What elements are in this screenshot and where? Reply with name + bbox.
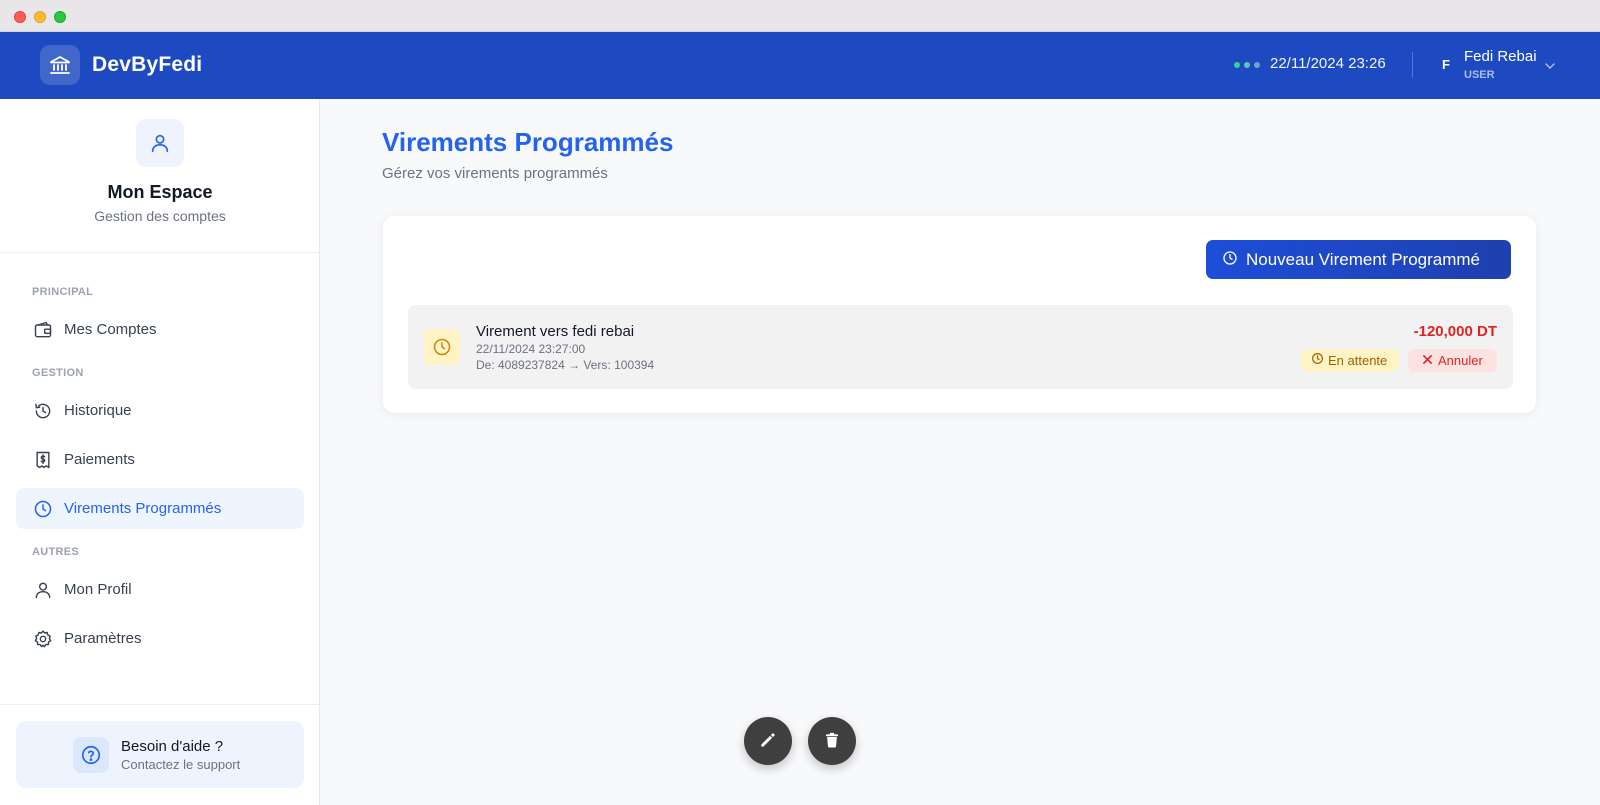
close-icon [1422, 353, 1433, 368]
section-principal: PRINCIPAL [32, 286, 94, 298]
avatar[interactable]: F [1442, 57, 1450, 72]
status-dots [1234, 62, 1260, 68]
sidebar-item-virements-programmes[interactable]: Virements Programmés [16, 488, 304, 529]
sidebar-item-label: Paiements [64, 451, 135, 468]
list-item[interactable]: Virement vers fedi rebai 22/11/2024 23:2… [408, 305, 1513, 389]
status-badge: En attente [1301, 349, 1399, 372]
sidebar-item-label: Historique [64, 402, 132, 419]
user-role: USER [1464, 69, 1495, 81]
sidebar-item-historique[interactable]: Historique [16, 390, 304, 431]
help-card[interactable]: Besoin d'aide ? Contactez le support [16, 721, 304, 788]
window-titlebar [0, 0, 1600, 32]
sidebar-item-parametres[interactable]: Paramètres [16, 618, 304, 659]
scheduled-transfers-card: Nouveau Virement Programmé Virement vers… [383, 216, 1536, 413]
new-scheduled-transfer-button[interactable]: Nouveau Virement Programmé [1206, 240, 1511, 279]
help-subtitle[interactable]: Contactez le support [121, 757, 240, 772]
transfer-date: 22/11/2024 23:27:00 [476, 342, 586, 356]
sidebar-item-label: Mon Profil [64, 581, 132, 598]
sidebar-item-mes-comptes[interactable]: Mes Comptes [16, 309, 304, 350]
section-autres: AUTRES [32, 546, 80, 558]
cancel-label: Annuler [1438, 353, 1483, 368]
transfer-title: Virement vers fedi rebai [476, 323, 635, 340]
page-subtitle: Gérez vos virements programmés [382, 165, 608, 182]
edit-button[interactable] [744, 717, 792, 765]
status-label: En attente [1328, 353, 1388, 368]
top-header: DevByFedi 22/11/2024 23:26 F Fedi Rebai … [0, 32, 1600, 99]
page-title: Virements Programmés [382, 127, 674, 157]
section-gestion: GESTION [32, 367, 84, 379]
close-window-button[interactable] [14, 11, 26, 23]
user-icon [32, 579, 54, 601]
sidebar-title: Mon Espace [107, 182, 213, 202]
header-divider [1412, 52, 1413, 78]
header-datetime: 22/11/2024 23:26 [1270, 55, 1386, 72]
new-scheduled-transfer-label: Nouveau Virement Programmé [1246, 249, 1481, 269]
trash-icon [823, 731, 841, 752]
transfer-amount: -120,000 DT [1413, 323, 1497, 340]
bank-icon[interactable] [40, 45, 80, 85]
delete-button[interactable] [808, 717, 856, 765]
sidebar-item-mon-profil[interactable]: Mon Profil [16, 569, 304, 610]
minimize-window-button[interactable] [34, 11, 46, 23]
sidebar-subtitle: Gestion des comptes [94, 208, 226, 224]
pencil-icon [758, 730, 778, 753]
history-icon [32, 400, 54, 422]
clock-icon [424, 329, 460, 365]
clock-icon [1311, 352, 1324, 370]
wallet-icon [32, 319, 54, 341]
sidebar-item-label: Virements Programmés [64, 500, 222, 517]
sidebar-divider [0, 704, 320, 705]
brand-name[interactable]: DevByFedi [92, 53, 202, 77]
gear-icon [32, 628, 54, 650]
clock-icon [1222, 250, 1238, 269]
sidebar: Mon Espace Gestion des comptes PRINCIPAL… [0, 99, 320, 805]
sidebar-divider [0, 252, 320, 253]
clock-icon [32, 498, 54, 520]
transfer-accounts: De: 4089237824 → Vers: 100394 [476, 358, 655, 372]
sidebar-item-label: Paramètres [64, 630, 142, 647]
user-icon [136, 119, 184, 167]
sidebar-item-paiements[interactable]: Paiements [16, 439, 304, 480]
chevron-down-icon[interactable] [1544, 59, 1556, 77]
sidebar-item-label: Mes Comptes [64, 321, 157, 338]
help-icon [73, 737, 109, 773]
help-title: Besoin d'aide ? [121, 738, 224, 755]
user-name[interactable]: Fedi Rebai [1464, 48, 1537, 65]
maximize-window-button[interactable] [54, 11, 66, 23]
cancel-transfer-button[interactable]: Annuler [1408, 349, 1497, 372]
receipt-icon [32, 449, 54, 471]
